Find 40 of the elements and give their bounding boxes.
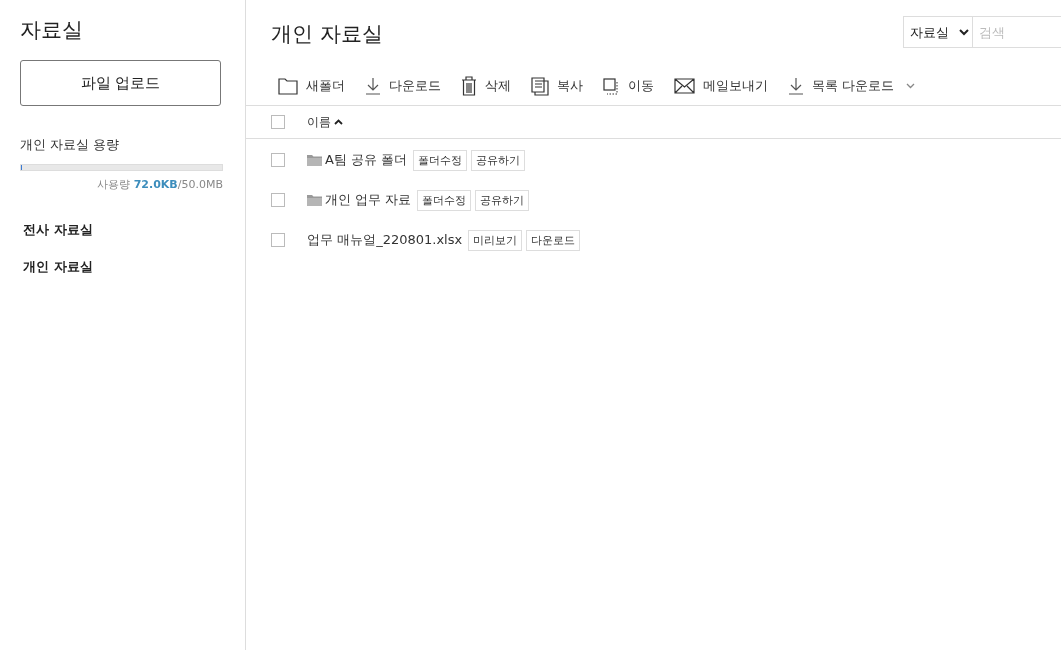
row-action-button[interactable]: 미리보기 <box>468 229 523 251</box>
file-name[interactable]: 업무 매뉴얼_220801.xlsx <box>307 231 463 249</box>
row-action-button[interactable]: 공유하기 <box>475 189 530 211</box>
checkbox[interactable] <box>271 233 285 247</box>
toolbar-button[interactable]: 복사 <box>531 75 583 97</box>
toolbar-button[interactable]: 메일보내기 <box>674 75 768 97</box>
row-action-button[interactable]: 다운로드 <box>526 229 581 251</box>
toolbar-button[interactable]: 새폴더 <box>278 75 345 97</box>
sidebar-item[interactable]: 전사 자료실 <box>23 221 220 239</box>
search-field[interactable]: 검색 <box>973 16 1061 48</box>
folder-icon <box>307 154 322 166</box>
move-icon <box>603 77 620 95</box>
folder-icon <box>278 77 298 95</box>
folder-name[interactable]: A팀 공유 폴더 <box>325 151 408 169</box>
mail-icon <box>674 78 695 94</box>
copy-icon <box>531 76 549 96</box>
storage-label: 개인 자료실 용량 <box>20 136 121 154</box>
toolbar-button[interactable]: 다운로드 <box>365 75 441 97</box>
folder-name[interactable]: 개인 업무 자료 <box>325 191 412 209</box>
upload-button[interactable]: 파일 업로드 <box>20 60 221 106</box>
page-title: 개인 자료실 <box>271 21 383 48</box>
checkbox[interactable] <box>271 115 285 129</box>
checkbox[interactable] <box>271 153 285 167</box>
toolbar-button[interactable]: 이동 <box>603 75 654 97</box>
sidebar-item[interactable]: 개인 자료실 <box>23 258 220 276</box>
download-icon <box>788 77 804 95</box>
scope-select[interactable]: 자료실 <box>903 16 973 48</box>
checkbox[interactable] <box>271 193 285 207</box>
sort-up-icon <box>334 119 343 125</box>
toolbar-button[interactable]: 삭제 <box>461 75 511 97</box>
toolbar-button[interactable]: 목록 다운로드 <box>788 75 916 97</box>
row-action-button[interactable]: 폴더수정 <box>413 149 468 171</box>
row-action-button[interactable]: 폴더수정 <box>417 189 472 211</box>
download-icon <box>365 77 381 95</box>
trash-icon <box>461 76 477 96</box>
row-action-button[interactable]: 공유하기 <box>471 149 526 171</box>
sidebar-title: 자료실 <box>20 17 84 44</box>
name-column-header[interactable]: 이름 <box>307 113 343 131</box>
storage-usage: 사용량 72.0KB/50.0MB <box>96 177 223 192</box>
folder-icon <box>307 194 322 206</box>
